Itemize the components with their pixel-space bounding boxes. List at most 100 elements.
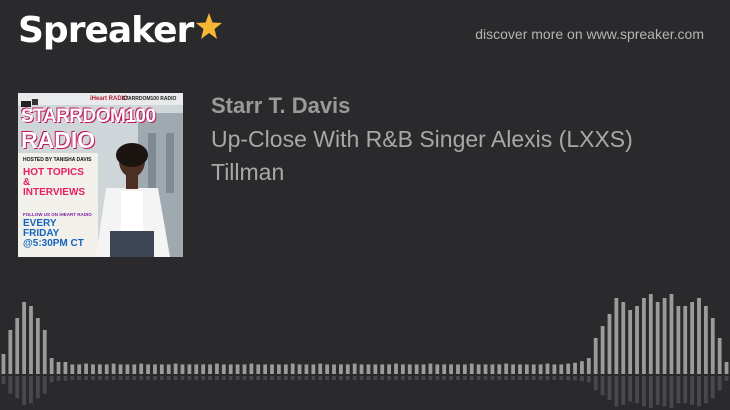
- waveform-bar-reflection: [394, 376, 398, 381]
- waveform-bar-reflection: [97, 376, 102, 380]
- cover-title-line1: STARRDOM100: [21, 106, 156, 127]
- waveform-bar-reflection: [359, 376, 364, 380]
- waveform-bar-reflection: [77, 376, 82, 380]
- waveform-bar-reflection: [146, 376, 150, 380]
- waveform-bar-reflection: [462, 376, 467, 380]
- waveform-bar: [449, 364, 453, 374]
- waveform-bar-reflection: [600, 376, 605, 396]
- waveform-bar: [242, 364, 247, 374]
- waveform-bar: [586, 358, 591, 374]
- waveform-bar-reflection: [476, 376, 481, 380]
- podcast-cover-image: iHeart RADIO STARRDOM100 RADIO STARRDOM1…: [18, 93, 183, 257]
- waveform-bar: [394, 363, 398, 374]
- waveform-bar: [104, 364, 109, 374]
- waveform-bar-reflection: [111, 376, 116, 381]
- spreaker-logo[interactable]: Spreaker: [18, 10, 223, 51]
- waveform-bar: [504, 363, 509, 374]
- waveform-bar-reflection: [1, 376, 6, 384]
- waveform-bar-reflection: [497, 376, 502, 380]
- waveform-bar: [621, 302, 626, 374]
- waveform-bar: [559, 364, 564, 374]
- waveform-bar-reflection: [435, 376, 440, 380]
- waveform-bar: [717, 338, 722, 374]
- waveform-bar: [600, 326, 605, 374]
- waveform-bar: [476, 364, 481, 374]
- waveform-bar-reflection: [311, 376, 316, 380]
- waveform-bar: [49, 358, 54, 374]
- waveform-bar: [428, 363, 433, 374]
- waveform-bar: [614, 298, 619, 374]
- waveform-bar: [297, 364, 302, 374]
- waveform-bar: [125, 364, 130, 374]
- waveform-bar-reflection: [380, 376, 385, 380]
- waveform-bar: [1, 354, 6, 374]
- waveform-bar-reflection: [676, 376, 681, 404]
- waveform-bar-reflection: [655, 376, 660, 405]
- waveform-bar: [352, 363, 357, 374]
- podcast-author[interactable]: Starr T. Davis: [211, 93, 350, 119]
- waveform-bar-reflection: [621, 376, 626, 405]
- waveform-bar: [311, 364, 316, 374]
- waveform-bar-reflection: [194, 376, 199, 380]
- waveform-bar-reflection: [545, 376, 550, 381]
- cover-station-label: STARRDOM100 RADIO: [122, 96, 177, 102]
- waveform-bar: [497, 364, 502, 374]
- waveform-bar-reflection: [249, 376, 254, 381]
- waveform-bar: [97, 364, 102, 374]
- waveform-bar: [469, 363, 474, 374]
- waveform-bar: [42, 330, 47, 374]
- waveform-bar: [56, 362, 61, 374]
- waveform-bar-reflection: [518, 376, 522, 380]
- waveform-bar-reflection: [490, 376, 495, 380]
- waveform-bar: [339, 364, 343, 374]
- waveform-bar-reflection: [70, 376, 75, 380]
- waveform-bar: [187, 364, 192, 374]
- waveform-bar-reflection: [552, 376, 557, 380]
- waveform-bar: [194, 364, 199, 374]
- waveform-bar: [304, 364, 309, 374]
- waveform-bar-reflection: [339, 376, 343, 380]
- waveform-bar: [270, 364, 274, 374]
- waveform-bar: [552, 364, 557, 374]
- waveform-bar: [545, 363, 550, 374]
- waveform-bar: [283, 364, 288, 374]
- waveform-bar: [277, 364, 281, 374]
- waveform-bar: [511, 364, 515, 374]
- waveform-bar: [166, 364, 171, 374]
- waveform-bar-reflection: [187, 376, 192, 380]
- episode-title[interactable]: Up-Close With R&B Singer Alexis (LXXS) T…: [211, 123, 711, 189]
- logo-text: Spreaker: [18, 10, 194, 51]
- waveform-bar-reflection: [22, 376, 26, 405]
- waveform-bar: [407, 364, 412, 374]
- waveform-bar: [414, 364, 419, 374]
- waveform-bar: [531, 364, 536, 374]
- waveform-bar: [635, 306, 639, 374]
- waveform-bar-reflection: [215, 376, 219, 381]
- waveform-bar-reflection: [717, 376, 722, 391]
- discover-link[interactable]: discover more on www.spreaker.com: [475, 26, 704, 42]
- waveform-bar: [153, 364, 157, 374]
- waveform-bar-reflection: [49, 376, 54, 383]
- waveform-bar-reflection: [15, 376, 20, 399]
- waveform-bar: [15, 318, 20, 374]
- waveform-bar-reflection: [256, 376, 261, 380]
- waveform-bar: [538, 364, 543, 374]
- waveform-bar-reflection: [559, 376, 564, 380]
- waveform-bar-reflection: [332, 376, 336, 380]
- waveform-bar: [435, 364, 440, 374]
- waveform-bar: [483, 364, 488, 374]
- waveform-bar-reflection: [573, 376, 577, 381]
- waveform-bar: [628, 310, 633, 374]
- waveform-bar-reflection: [29, 376, 33, 404]
- waveform-bar: [118, 364, 123, 374]
- waveform-bar-reflection: [104, 376, 109, 380]
- waveform-bar: [400, 364, 405, 374]
- waveform-bar: [669, 294, 674, 374]
- audio-waveform[interactable]: [0, 290, 730, 410]
- waveform-bar-reflection: [614, 376, 619, 407]
- waveform-bar: [524, 364, 529, 374]
- waveform-bar: [91, 364, 95, 374]
- waveform-bar: [704, 306, 708, 374]
- waveform-bar: [648, 294, 653, 374]
- waveform-bar-reflection: [290, 376, 295, 381]
